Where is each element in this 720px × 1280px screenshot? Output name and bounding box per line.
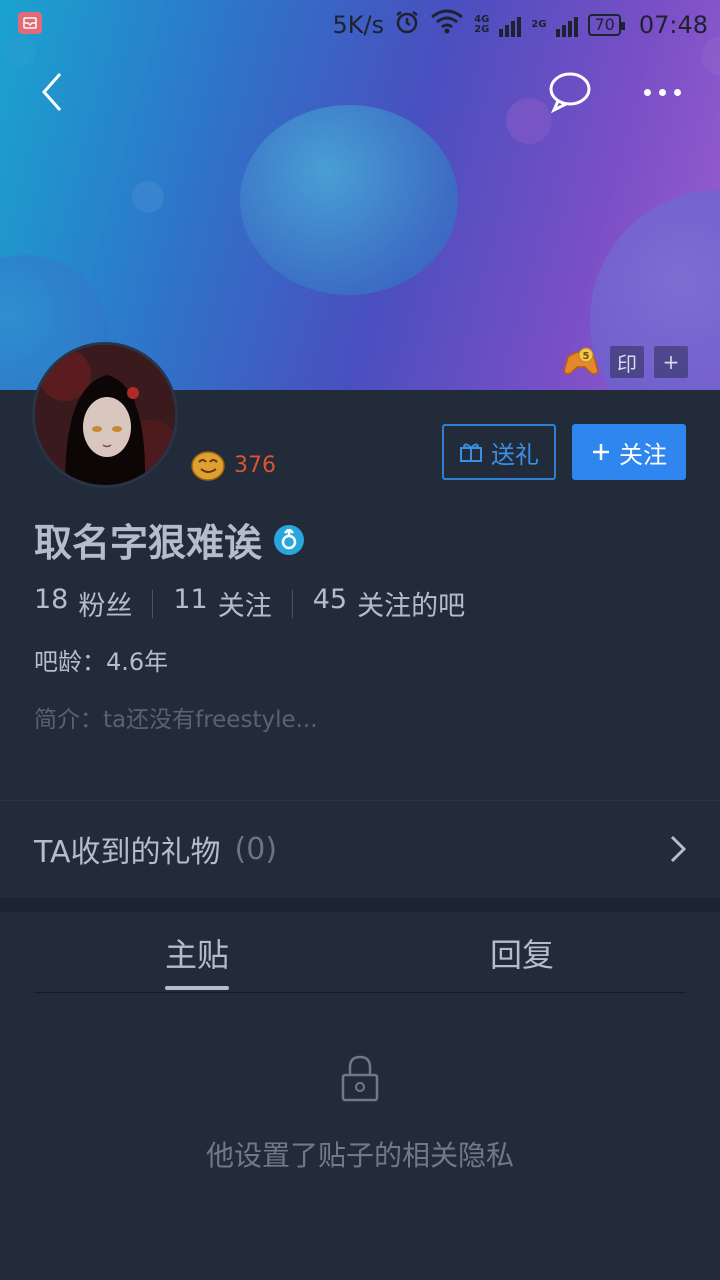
stat-label: 关注的吧 <box>357 591 466 622</box>
forum-age: 吧龄：4.6年 <box>34 642 168 677</box>
stat-followed-forums[interactable]: 45 关注的吧 <box>313 584 465 623</box>
signal-icon-b <box>556 13 579 37</box>
profile-stats: 18 粉丝 11 关注 45 关注的吧 <box>34 584 465 623</box>
status-bar: 5K/s 4G 2G 2G 70 07:48 <box>0 0 720 50</box>
tab-replies[interactable]: 回复 <box>490 930 554 976</box>
forum-age-value: 4.6年 <box>106 648 169 676</box>
dot-icon <box>643 88 651 96</box>
lock-icon <box>341 1055 379 1102</box>
stat-number: 18 <box>34 584 69 615</box>
send-gift-button[interactable]: 送礼 <box>442 424 556 480</box>
tab-main-posts[interactable]: 主贴 <box>165 930 229 976</box>
username: 取名字狠难诶 <box>34 521 263 565</box>
divider <box>152 589 154 618</box>
profile-name-row: 取名字狠难诶 <box>34 512 305 567</box>
banner-bubble <box>240 105 458 295</box>
dot-icon <box>673 88 681 96</box>
section-gap <box>0 898 720 912</box>
level-face-icon <box>191 451 225 481</box>
notification-area <box>18 12 42 34</box>
post-tabs: 主贴 回复 <box>34 912 686 993</box>
svg-text:5: 5 <box>583 351 590 362</box>
send-gift-label: 送礼 <box>491 440 539 469</box>
privacy-message: 他设置了贴子的相关隐私 <box>205 1139 514 1172</box>
profile-banner <box>0 0 720 390</box>
alarm-icon <box>394 9 420 41</box>
wifi-icon <box>430 9 464 41</box>
clock: 07:48 <box>638 11 708 39</box>
network-speed: 5K/s <box>332 11 385 39</box>
mail-icon <box>18 12 42 34</box>
chevron-right-icon <box>670 835 687 863</box>
received-gifts-title: TA收到的礼物 <box>34 835 221 870</box>
divider <box>291 589 293 618</box>
add-badge-button[interactable]: + <box>654 346 688 378</box>
more-options-button[interactable] <box>636 76 688 108</box>
badge-row: 5 印 + <box>562 345 688 379</box>
avatar[interactable] <box>32 342 178 488</box>
received-gifts-row[interactable]: TA收到的礼物 (0) <box>0 800 720 898</box>
game-controller-icon[interactable]: 5 <box>562 345 600 379</box>
gift-icon <box>460 443 482 462</box>
stat-fans[interactable]: 18 粉丝 <box>34 584 132 623</box>
back-button[interactable] <box>36 70 76 114</box>
level-number: 376 <box>234 452 276 478</box>
stat-label: 粉丝 <box>78 591 133 622</box>
chevron-left-icon <box>41 73 62 111</box>
stat-number: 45 <box>312 584 348 615</box>
follow-button[interactable]: 关注 <box>572 424 686 480</box>
received-gifts-count: (0) <box>234 831 278 867</box>
chat-button[interactable] <box>546 70 594 114</box>
avatar-image <box>35 345 175 485</box>
follow-label: 关注 <box>619 440 667 469</box>
stat-label: 关注 <box>217 591 272 622</box>
banner-bubble <box>132 181 164 213</box>
forum-age-label: 吧龄： <box>34 648 106 676</box>
seal-badge[interactable]: 印 <box>610 346 644 378</box>
battery-indicator: 70 <box>588 14 626 36</box>
active-tab-indicator <box>165 986 229 990</box>
network-type-b: 2G <box>531 19 547 30</box>
chat-bubble-icon <box>549 72 591 114</box>
stat-following[interactable]: 11 关注 <box>173 584 271 623</box>
signal-icon-a <box>499 13 522 37</box>
dot-icon <box>658 88 666 96</box>
plus-icon <box>593 444 609 460</box>
user-level: 376 <box>190 448 276 482</box>
profile-bio: 简介：ta还没有freestyle... <box>34 707 318 733</box>
male-gender-icon <box>274 524 305 555</box>
network-type-a: 4G 2G <box>474 14 490 35</box>
stat-number: 11 <box>173 584 208 615</box>
